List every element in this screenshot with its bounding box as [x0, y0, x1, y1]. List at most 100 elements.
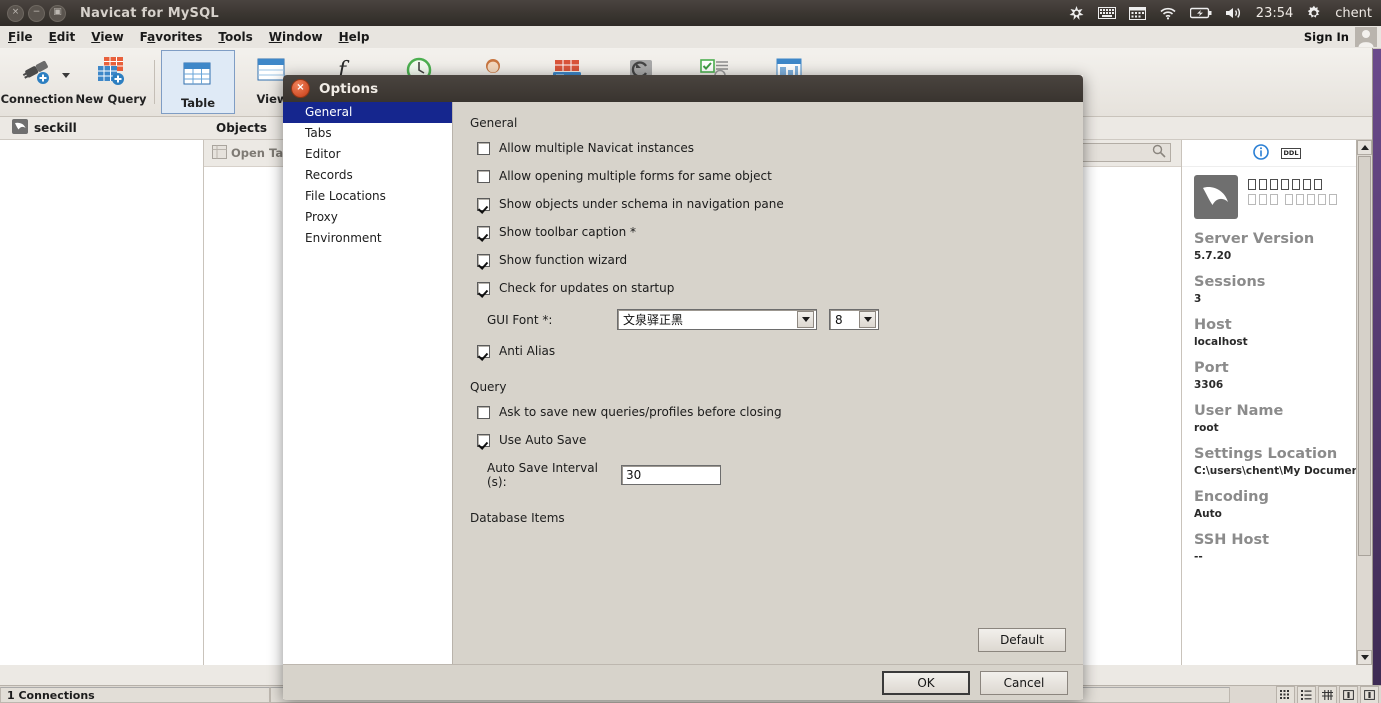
checkbox-use-auto-save[interactable] — [477, 433, 490, 447]
ok-button[interactable]: OK — [882, 670, 970, 695]
menu-tools[interactable]: Tools — [210, 26, 260, 48]
info-field: Host localhost — [1194, 317, 1360, 348]
sidebar-item-environment[interactable]: Environment — [283, 228, 452, 249]
checkbox-row-anti-alias[interactable]: Anti Alias — [477, 344, 1083, 358]
section-header-database-items: Database Items — [470, 511, 565, 525]
connection-chip-seckill[interactable]: seckill — [12, 119, 77, 137]
grid-view-icon[interactable] — [1276, 686, 1295, 703]
table-view-icon[interactable] — [1318, 686, 1337, 703]
sidebar-item-file-locations[interactable]: File Locations — [283, 186, 452, 207]
checkbox-ask-to-save-queries[interactable] — [477, 405, 490, 419]
checkbox-allow-multiple-forms[interactable] — [477, 169, 490, 183]
window-close-button[interactable]: × — [7, 4, 24, 22]
sidebar-item-tabs[interactable]: Tabs — [283, 123, 452, 144]
app-menu-bar: File Edit View Favorites Tools Window He… — [0, 26, 1381, 49]
info-field-value: -- — [1194, 551, 1203, 563]
default-button[interactable]: Default — [978, 628, 1066, 652]
menu-edit[interactable]: Edit — [41, 26, 84, 48]
ubuntu-one-icon[interactable] — [1068, 5, 1085, 21]
dialog-sidebar: General Tabs Editor Records File Locatio… — [283, 102, 453, 664]
menu-view[interactable]: View — [83, 26, 131, 48]
battery-icon[interactable] — [1189, 7, 1212, 19]
list-view-icon[interactable] — [1297, 686, 1316, 703]
menu-file[interactable]: File — [0, 26, 41, 48]
ddl-icon[interactable]: DDL — [1280, 147, 1302, 159]
sidebar-item-proxy[interactable]: Proxy — [283, 207, 452, 228]
menu-window[interactable]: Window — [261, 26, 331, 48]
info-field: User Name root — [1194, 403, 1360, 434]
window-maximize-button[interactable]: ▣ — [49, 4, 66, 22]
checkbox-row-show-function-wizard[interactable]: Show function wizard — [477, 253, 1083, 267]
checkbox-anti-alias[interactable] — [477, 344, 490, 358]
database-header-row — [1194, 175, 1360, 219]
sidebar-item-records[interactable]: Records — [283, 165, 452, 186]
search-icon[interactable] — [1152, 144, 1166, 161]
checkbox-show-function-wizard[interactable] — [477, 253, 490, 267]
info-field-value: 3306 — [1194, 379, 1224, 391]
info-field: Encoding Auto — [1194, 489, 1360, 520]
checkbox-row-show-toolbar-caption[interactable]: Show toolbar caption * — [477, 225, 1083, 239]
scrollbar-thumb[interactable] — [1358, 156, 1371, 556]
checkbox-row-use-auto-save[interactable]: Use Auto Save — [477, 433, 1083, 447]
chevron-down-icon[interactable] — [62, 73, 70, 78]
toolbar-button-new-query[interactable]: New Query — [74, 47, 148, 117]
chevron-down-icon[interactable] — [859, 311, 876, 328]
connection-name: seckill — [34, 121, 77, 135]
chevron-down-icon[interactable] — [797, 311, 814, 328]
dialog-title: Options — [319, 80, 379, 97]
close-icon[interactable]: × — [291, 79, 310, 98]
gui-font-size-select[interactable]: 8 — [829, 309, 879, 330]
checkbox-row-ask-to-save-queries[interactable]: Ask to save new queries/profiles before … — [477, 405, 1083, 419]
checkbox-row-show-objects-under-schema[interactable]: Show objects under schema in navigation … — [477, 197, 1083, 211]
checkbox-check-for-updates[interactable] — [477, 281, 490, 295]
gui-font-label: GUI Font *: — [487, 312, 553, 327]
info-icon[interactable] — [1252, 143, 1269, 163]
database-dolphin-icon — [1194, 175, 1238, 219]
volume-icon[interactable] — [1225, 6, 1243, 20]
sign-in-link[interactable]: Sign In — [1304, 30, 1349, 44]
checkbox-allow-multiple-instances[interactable] — [477, 141, 490, 155]
keyboard-icon[interactable] — [1097, 6, 1116, 20]
checkbox-row-allow-multiple-forms[interactable]: Allow opening multiple forms for same ob… — [477, 169, 1083, 183]
checkbox-show-toolbar-caption[interactable] — [477, 225, 490, 239]
info-field-key: Port — [1194, 360, 1229, 376]
navigation-pane[interactable] — [0, 140, 204, 665]
split-view-icon[interactable] — [1360, 686, 1379, 703]
gui-font-select[interactable]: 文泉驿正黑 — [617, 309, 817, 330]
cancel-button[interactable]: Cancel — [980, 670, 1068, 695]
calendar-icon[interactable] — [1128, 6, 1146, 21]
objects-tab-label[interactable]: Objects — [216, 121, 267, 135]
info-pane-scrollbar[interactable] — [1356, 140, 1372, 665]
auto-save-interval-label: Auto Save Interval (s): — [487, 461, 598, 489]
avatar[interactable] — [1355, 27, 1377, 47]
info-field-value: Auto — [1194, 508, 1222, 520]
window-controls[interactable]: × − ▣ — [7, 4, 66, 22]
auto-save-interval-input[interactable]: 30 — [621, 465, 721, 485]
scroll-down-arrow[interactable] — [1357, 650, 1372, 665]
toolbar-button-connection[interactable]: Connection — [0, 47, 74, 117]
wifi-icon[interactable] — [1159, 6, 1177, 20]
window-minimize-button[interactable]: − — [28, 4, 45, 22]
tray-username[interactable]: chent — [1335, 6, 1372, 21]
sidebar-item-general[interactable]: General — [283, 102, 452, 123]
checkbox-row-check-for-updates[interactable]: Check for updates on startup — [477, 281, 1083, 295]
menu-favorites[interactable]: Favorites — [132, 26, 211, 48]
gear-icon[interactable] — [1306, 5, 1322, 21]
options-dialog: × Options General Tabs Editor Records Fi… — [283, 75, 1083, 700]
gui-font-value: 文泉驿正黑 — [623, 313, 684, 327]
checkbox-show-objects-under-schema[interactable] — [477, 197, 490, 211]
toolbar-label-new-query: New Query — [75, 92, 147, 106]
tofu-row-2 — [1248, 194, 1337, 205]
menu-help[interactable]: Help — [331, 26, 378, 48]
tray-clock[interactable]: 23:54 — [1256, 6, 1293, 21]
info-field-key: Encoding — [1194, 489, 1269, 505]
scroll-up-arrow[interactable] — [1357, 140, 1372, 155]
toolbar-button-table[interactable]: Table — [161, 50, 235, 114]
sidebar-item-editor[interactable]: Editor — [283, 144, 452, 165]
form-view-icon[interactable] — [1339, 686, 1358, 703]
database-title-missing-glyphs — [1248, 175, 1337, 209]
tofu-row-1 — [1248, 179, 1337, 190]
checkbox-row-allow-multiple-instances[interactable]: Allow multiple Navicat instances — [477, 141, 1083, 155]
checkbox-label: Allow opening multiple forms for same ob… — [499, 169, 772, 183]
info-field: Server Version 5.7.20 — [1194, 231, 1360, 262]
